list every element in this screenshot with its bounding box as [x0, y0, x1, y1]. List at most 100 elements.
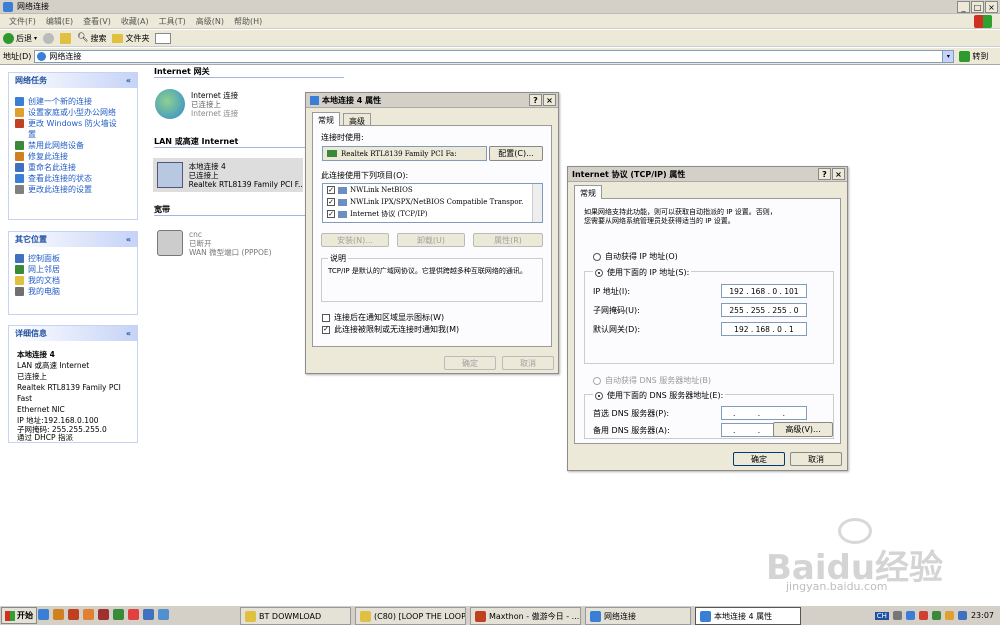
ok-button[interactable]: 确定: [444, 356, 496, 370]
preferred-dns-input[interactable]: . . .: [721, 406, 807, 420]
manual-ip-radio[interactable]: [595, 268, 603, 277]
menu-tools[interactable]: 工具(T): [154, 16, 191, 27]
manual-ip-option[interactable]: 使用下面的 IP 地址(S):: [593, 267, 692, 278]
auto-dns-radio[interactable]: [593, 376, 601, 385]
sidebar-task-8[interactable]: 更改此连接的设置: [9, 184, 137, 195]
quick-launch-icon[interactable]: [143, 609, 154, 620]
list-item[interactable]: ✓ NWLink NetBIOS: [323, 184, 542, 196]
ok-button[interactable]: 确定: [733, 452, 785, 466]
list-scrollbar[interactable]: [532, 184, 542, 222]
sidebar-task-7[interactable]: 查看此连接的状态: [9, 173, 137, 184]
taskbar-button[interactable]: (C80) [LOOP THE LOOP!: [355, 607, 466, 625]
configure-button[interactable]: 配置(C)...: [489, 146, 543, 161]
menu-favorites[interactable]: 收藏(A): [116, 16, 154, 27]
subnet-mask-input[interactable]: 255 . 255 . 255 . 0: [721, 303, 807, 317]
taskbar-button[interactable]: Maxthon - 傲游今日 - ...: [470, 607, 581, 625]
sidebar-task-5[interactable]: 修复此连接: [9, 151, 137, 162]
gateway-input[interactable]: 192 . 168 . 0 . 1: [721, 322, 807, 336]
quick-launch-icon[interactable]: [68, 609, 79, 620]
notify-limit-checkbox[interactable]: ✓: [322, 325, 330, 334]
quick-launch-icon[interactable]: [113, 609, 124, 620]
ip-address-input[interactable]: 192 . 168 . 0 . 101: [721, 284, 807, 298]
sidebar-task-1[interactable]: 设置家庭或小型办公网络: [9, 107, 137, 118]
advanced-button[interactable]: 高级(V)...: [773, 422, 833, 437]
quick-launch-icon[interactable]: [53, 609, 64, 620]
sidebar-task-2[interactable]: 更改 Windows 防火墙设: [9, 118, 137, 129]
folders-button[interactable]: 文件夹: [112, 33, 149, 44]
sidebar-place-1[interactable]: 网上邻居: [9, 264, 137, 275]
close-button[interactable]: ×: [832, 168, 845, 180]
broadband-connection-item[interactable]: cnc 已断开 WAN 微型端口 (PPPOE): [157, 226, 307, 260]
close-button[interactable]: ×: [985, 1, 998, 13]
menu-advanced[interactable]: 高级(N): [191, 16, 229, 27]
taskbar-button[interactable]: BT DOWMLOAD: [240, 607, 351, 625]
auto-ip-radio[interactable]: [593, 252, 601, 261]
item-checkbox[interactable]: ✓: [327, 186, 335, 194]
auto-dns-option[interactable]: 自动获得 DNS 服务器地址(B): [593, 375, 711, 386]
lan-connection-item[interactable]: 本地连接 4 已连接上 Realtek RTL8139 Family PCI F…: [153, 158, 303, 192]
views-button[interactable]: [155, 32, 172, 44]
internet-connection-item[interactable]: Internet 连接 已连接上 Internet 连接: [155, 86, 305, 122]
tray-icon[interactable]: [918, 611, 928, 620]
menu-view[interactable]: 查看(V): [78, 16, 116, 27]
tray-icon[interactable]: [944, 611, 954, 620]
quick-launch-icon[interactable]: [83, 609, 94, 620]
tray-icon[interactable]: [905, 611, 915, 620]
sidebar-place-3[interactable]: 我的电脑: [9, 286, 137, 297]
components-list[interactable]: ✓ NWLink NetBIOS ✓ NWLink IPX/SPX/NetBIO…: [322, 183, 543, 223]
sidebar-task-4[interactable]: 禁用此网络设备: [9, 140, 137, 151]
menu-help[interactable]: 帮助(H): [229, 16, 267, 27]
cancel-button[interactable]: 取消: [790, 452, 842, 466]
notify-icon-option[interactable]: 连接后在通知区域显示图标(W): [322, 312, 444, 323]
cancel-button[interactable]: 取消: [502, 356, 554, 370]
sidebar-task-6[interactable]: 重命名此连接: [9, 162, 137, 173]
tray-icon[interactable]: [957, 611, 967, 620]
auto-ip-option[interactable]: 自动获得 IP 地址(O): [593, 251, 678, 262]
back-button[interactable]: 后退 ▾: [3, 32, 37, 44]
tab-general[interactable]: 常规: [312, 112, 340, 126]
language-indicator[interactable]: CH: [874, 611, 889, 620]
tray-icon[interactable]: [892, 611, 902, 620]
collapse-icon[interactable]: «: [126, 329, 131, 338]
collapse-icon[interactable]: «: [126, 76, 131, 85]
quick-launch-icon[interactable]: [158, 609, 169, 620]
forward-button[interactable]: [43, 32, 55, 44]
quick-launch-icon[interactable]: [128, 609, 139, 620]
tab-general[interactable]: 常规: [574, 185, 602, 199]
help-button[interactable]: ?: [529, 94, 542, 106]
item-checkbox[interactable]: ✓: [327, 210, 335, 218]
quick-launch-icon[interactable]: [38, 609, 49, 620]
manual-dns-radio[interactable]: [595, 391, 603, 400]
start-button[interactable]: 开始: [1, 607, 37, 624]
details-header[interactable]: 详细信息 «: [9, 326, 137, 341]
up-folder-icon[interactable]: [60, 32, 72, 44]
tray-icon[interactable]: [931, 611, 941, 620]
item-checkbox[interactable]: ✓: [327, 198, 335, 206]
collapse-icon[interactable]: «: [126, 235, 131, 244]
sidebar-task-0[interactable]: 创建一个新的连接: [9, 96, 137, 107]
notify-limit-option[interactable]: ✓ 此连接被限制或无连接时通知我(M): [322, 324, 459, 335]
address-input[interactable]: 网络连接 ▾: [34, 49, 955, 63]
notify-icon-checkbox[interactable]: [322, 313, 330, 322]
taskbar-button[interactable]: 网络连接: [585, 607, 691, 625]
address-dropdown-icon[interactable]: ▾: [942, 50, 954, 62]
clock[interactable]: 23:07: [971, 611, 994, 620]
go-button[interactable]: 转到: [959, 50, 988, 62]
search-button[interactable]: 🔍︎ 搜索: [77, 33, 106, 44]
minimize-button[interactable]: _: [957, 1, 970, 13]
quick-launch-icon[interactable]: [98, 609, 109, 620]
taskbar-button[interactable]: 本地连接 4 属性: [695, 607, 801, 625]
uninstall-button[interactable]: 卸载(U): [397, 233, 465, 247]
other-places-header[interactable]: 其它位置 «: [9, 232, 137, 247]
manual-dns-option[interactable]: 使用下面的 DNS 服务器地址(E):: [593, 390, 726, 401]
sidebar-place-0[interactable]: 控制面板: [9, 253, 137, 264]
list-item[interactable]: ✓ Internet 协议 (TCP/IP): [323, 208, 542, 220]
sidebar-place-2[interactable]: 我的文档: [9, 275, 137, 286]
install-button[interactable]: 安装(N)...: [321, 233, 389, 247]
properties-button[interactable]: 属性(R): [473, 233, 543, 247]
network-tasks-header[interactable]: 网络任务 «: [9, 73, 137, 88]
menu-file[interactable]: 文件(F): [4, 16, 41, 27]
menu-edit[interactable]: 编辑(E): [41, 16, 78, 27]
help-button[interactable]: ?: [818, 168, 831, 180]
list-item[interactable]: ✓ NWLink IPX/SPX/NetBIOS Compatible Tran…: [323, 196, 542, 208]
